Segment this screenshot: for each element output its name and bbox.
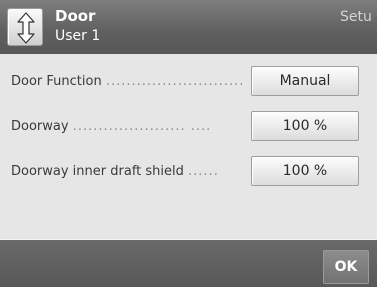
leader-dots: ...... bbox=[188, 164, 219, 179]
user-label: User 1 bbox=[55, 28, 101, 44]
page-title: Door bbox=[55, 7, 96, 25]
up-down-arrows-icon bbox=[17, 12, 35, 44]
doorway-inner-draft-shield-button[interactable]: 100 % bbox=[251, 156, 359, 186]
settings-list: Door Function ..........................… bbox=[0, 54, 377, 240]
door-settings-screen: Door User 1 Setu Door Function .........… bbox=[0, 0, 377, 287]
doorway-label: Doorway ...................... .... bbox=[11, 119, 246, 135]
ok-button[interactable]: OK bbox=[323, 250, 369, 284]
doorway-inner-draft-shield-label: Doorway inner draft shield ...... bbox=[11, 164, 246, 180]
setting-label: Doorway inner draft shield bbox=[11, 164, 184, 179]
door-function-label: Door Function ..........................… bbox=[11, 74, 246, 90]
leader-dots: ...................... .... bbox=[72, 119, 212, 134]
doorway-button[interactable]: 100 % bbox=[251, 111, 359, 141]
footer-bar: OK bbox=[0, 240, 377, 287]
header-bar: Door User 1 Setu bbox=[0, 0, 377, 54]
section-label: Setu bbox=[340, 9, 372, 25]
leader-dots: ........................... bbox=[105, 74, 245, 89]
setting-label: Doorway bbox=[11, 119, 69, 134]
setting-label: Door Function bbox=[11, 74, 102, 89]
door-function-button[interactable]: Manual bbox=[251, 66, 359, 96]
navigation-button[interactable] bbox=[7, 8, 43, 46]
